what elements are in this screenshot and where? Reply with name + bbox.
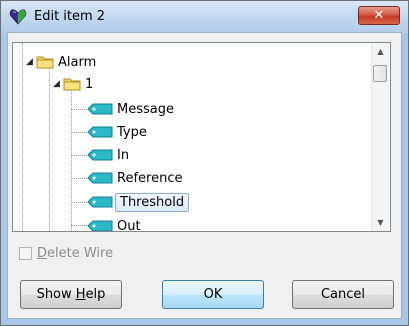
scroll-down-arrow-icon[interactable]: ▼ [372,214,389,231]
show-help-button[interactable]: Show Help [20,280,122,309]
tree-item-label: Out [117,218,141,232]
tag-icon [87,149,113,161]
tree-item-label: In [117,147,130,163]
delete-wire-checkbox[interactable]: Delete Wire [19,246,113,261]
app-heart-icon [9,9,27,25]
vertical-scrollbar[interactable]: ▲ ▼ [371,43,389,231]
tree-connector [71,225,87,226]
tree-guide-line [22,43,23,231]
scroll-up-arrow-icon[interactable]: ▲ [372,43,389,60]
tree-item-label: Reference [117,170,183,186]
tree-item-out[interactable]: Out [87,215,141,231]
delete-wire-label: Delete Wire [37,246,114,261]
tag-icon [87,196,113,208]
close-icon: ✕ [373,8,385,23]
tree-connector [71,178,87,179]
expand-arrow-icon[interactable]: ◢ [26,57,36,67]
tree-item-type[interactable]: Type [87,121,147,143]
tree-item-label-selected: Threshold [115,192,190,212]
tree-connector [71,132,87,133]
tree-guide-line [49,63,50,231]
close-button[interactable]: ✕ [358,6,400,25]
tree-connector [71,202,87,203]
folder-icon [63,78,81,91]
tree-item-message[interactable]: Message [87,98,174,120]
checkbox-box[interactable] [19,247,32,260]
tree-item-alarm[interactable]: ◢ Alarm [26,51,96,73]
tree-item-in[interactable]: In [87,144,129,166]
tree-item-label: Type [117,124,147,140]
tag-icon [87,103,113,115]
tag-icon [87,172,113,184]
tree-connector [71,109,87,110]
cancel-button[interactable]: Cancel [292,280,394,309]
tag-icon [87,220,113,231]
tree-item-1[interactable]: ◢ 1 [53,73,93,95]
title-bar[interactable]: Edit item 2 ✕ [1,1,408,33]
tree-content: ◢ Alarm ◢ 1 Message Type In Reference Th… [13,43,371,231]
tree-view[interactable]: ◢ Alarm ◢ 1 Message Type In Reference Th… [12,42,391,232]
tree-item-label: 1 [85,76,94,92]
expand-arrow-icon[interactable]: ◢ [53,79,63,89]
tree-guide-line [71,83,72,231]
tree-item-reference[interactable]: Reference [87,167,182,189]
folder-icon [36,56,54,69]
tree-item-label: Alarm [58,54,97,70]
ok-button[interactable]: OK [162,280,264,309]
tag-icon [87,126,113,138]
window-title: Edit item 2 [34,9,106,24]
tree-item-label: Message [117,101,174,117]
tree-item-threshold[interactable]: Threshold [87,191,190,213]
tree-connector [71,155,87,156]
scrollbar-thumb[interactable] [373,65,387,82]
